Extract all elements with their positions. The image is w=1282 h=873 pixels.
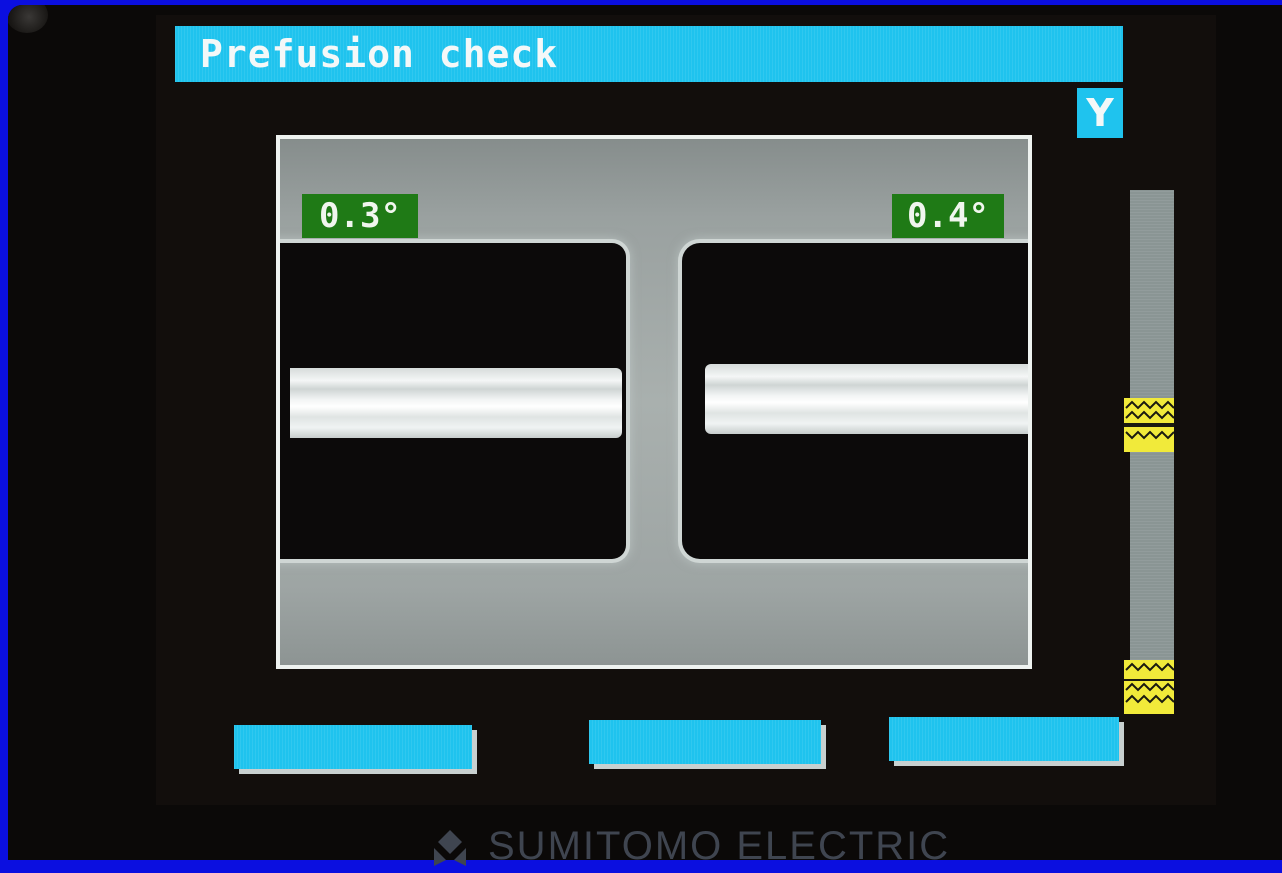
left-fiber-core [290,368,622,438]
brand-name: SUMITOMO ELECTRIC [488,824,951,868]
lower-alignment-marker-icon [1124,660,1174,714]
softkey-1-button[interactable] [234,725,472,769]
brand-logo-icon [430,826,470,866]
brand-label: SUMITOMO ELECTRIC [430,826,950,866]
softkey-2-button[interactable] [589,720,821,764]
fiber-camera-view: 0.3° 0.4° [276,135,1032,669]
left-cleave-angle: 0.3° [302,194,418,238]
page-title: Prefusion check [200,32,559,76]
right-cleave-angle: 0.4° [892,194,1004,238]
upper-alignment-marker-icon [1124,398,1174,452]
bezel-screw-icon [8,5,48,33]
right-fiber-core [705,364,1028,434]
axis-indicator-label: Y [1086,91,1114,135]
softkey-3-button[interactable] [889,717,1119,761]
